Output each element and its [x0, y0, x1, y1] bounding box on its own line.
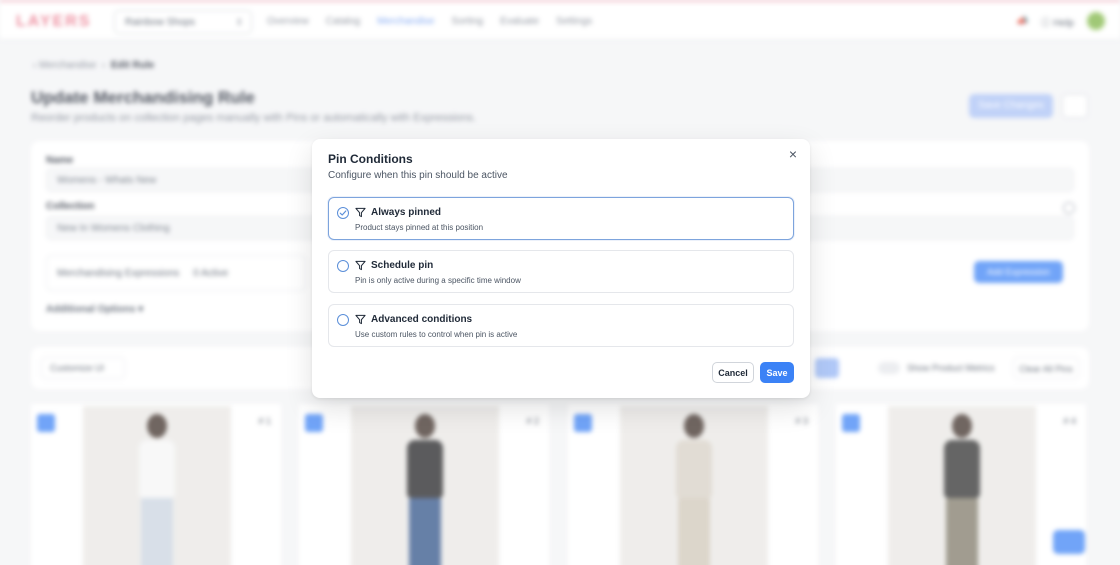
option-schedule-pin[interactable]: Schedule pin Pin is only active during a… [328, 250, 794, 293]
radio-checked-icon[interactable] [337, 207, 349, 219]
filter-icon [355, 207, 366, 218]
option-label: Always pinned [371, 207, 442, 218]
radio-icon[interactable] [337, 260, 349, 272]
pin-conditions-dialog: Pin Conditions Configure when this pin s… [312, 139, 810, 398]
option-advanced-conditions[interactable]: Advanced conditions Use custom rules to … [328, 304, 794, 347]
radio-icon[interactable] [337, 314, 349, 326]
option-label: Schedule pin [371, 260, 434, 271]
dialog-title: Pin Conditions [328, 152, 413, 166]
dialog-subtitle: Configure when this pin should be active [328, 170, 508, 181]
option-description: Product stays pinned at this position [355, 223, 484, 232]
save-button[interactable]: Save [760, 362, 794, 383]
cancel-button[interactable]: Cancel [712, 362, 754, 383]
option-label: Advanced conditions [371, 314, 473, 325]
option-description: Pin is only active during a specific tim… [355, 276, 521, 285]
close-icon[interactable]: × [786, 147, 800, 161]
option-always-pinned[interactable]: Always pinned Product stays pinned at th… [328, 197, 794, 240]
option-description: Use custom rules to control when pin is … [355, 330, 518, 339]
filter-icon [355, 260, 366, 271]
filter-icon [355, 314, 366, 325]
